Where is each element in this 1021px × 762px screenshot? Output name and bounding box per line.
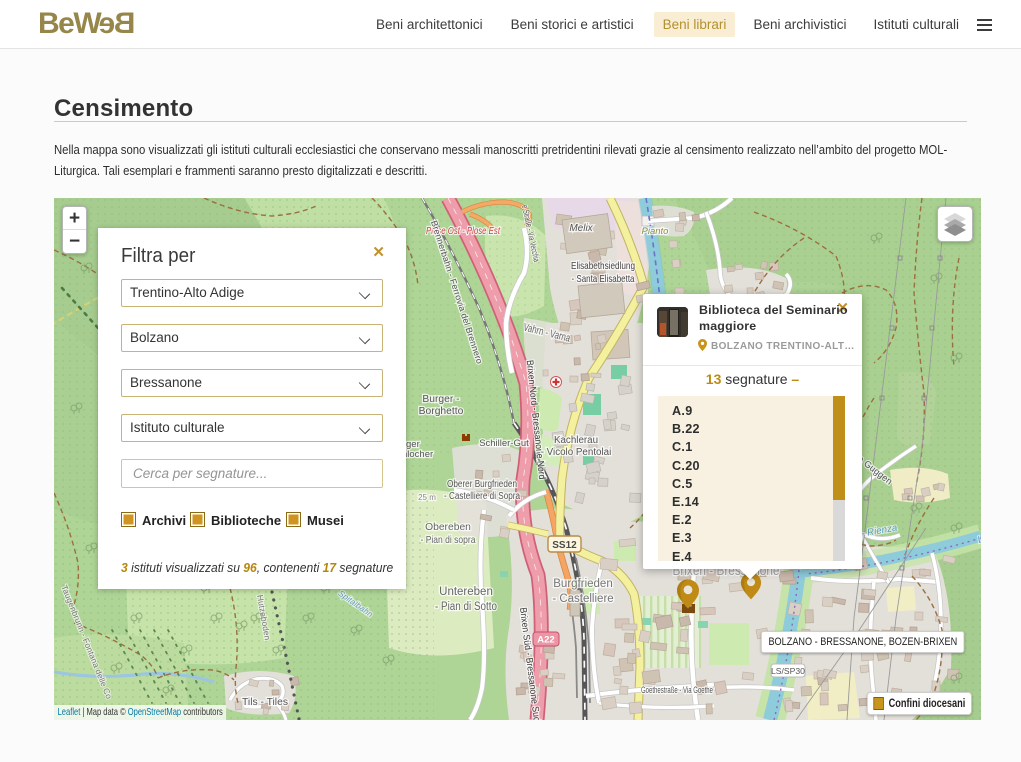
svg-text:Obereben: Obereben xyxy=(425,522,471,533)
svg-text:Kachlerau: Kachlerau xyxy=(554,435,598,446)
svg-text:- Vicolo Pentolai: - Vicolo Pentolai xyxy=(541,447,612,458)
svg-text:Borghetto: Borghetto xyxy=(419,406,464,417)
svg-text:- Castelliere di Sopra: - Castelliere di Sopra xyxy=(444,491,520,502)
svg-text:Burger -: Burger - xyxy=(422,394,459,405)
svg-text:- Santa Elisabetta: - Santa Elisabetta xyxy=(572,274,635,285)
svg-text:Pianto: Pianto xyxy=(642,226,669,237)
svg-text:- Pian di Sotto: - Pian di Sotto xyxy=(435,601,497,613)
svg-text:- Castelliere: - Castelliere xyxy=(552,593,613,605)
svg-text:Tils - Tiles: Tils - Tiles xyxy=(242,697,288,708)
svg-text:LS/SP30: LS/SP30 xyxy=(771,666,805,676)
svg-text:SS12: SS12 xyxy=(552,540,577,551)
svg-text:Goethestraße - Via Goethe: Goethestraße - Via Goethe xyxy=(641,685,713,695)
svg-text:A22: A22 xyxy=(537,635,554,646)
svg-text:Untereben: Untereben xyxy=(439,586,493,598)
svg-text:- Pian di sopra: - Pian di sopra xyxy=(421,535,476,546)
svg-text:Schiller-Gut: Schiller-Gut xyxy=(479,438,529,449)
svg-text:Oberer Burgfrieden: Oberer Burgfrieden xyxy=(447,479,517,490)
svg-text:Burgfrieden: Burgfrieden xyxy=(553,578,612,590)
svg-text:nlocher: nlocher xyxy=(402,449,433,460)
svg-text:Melix: Melix xyxy=(569,223,593,234)
svg-text:Elisabethsiedlung: Elisabethsiedlung xyxy=(571,261,635,272)
svg-text:25 m: 25 m xyxy=(418,493,436,502)
